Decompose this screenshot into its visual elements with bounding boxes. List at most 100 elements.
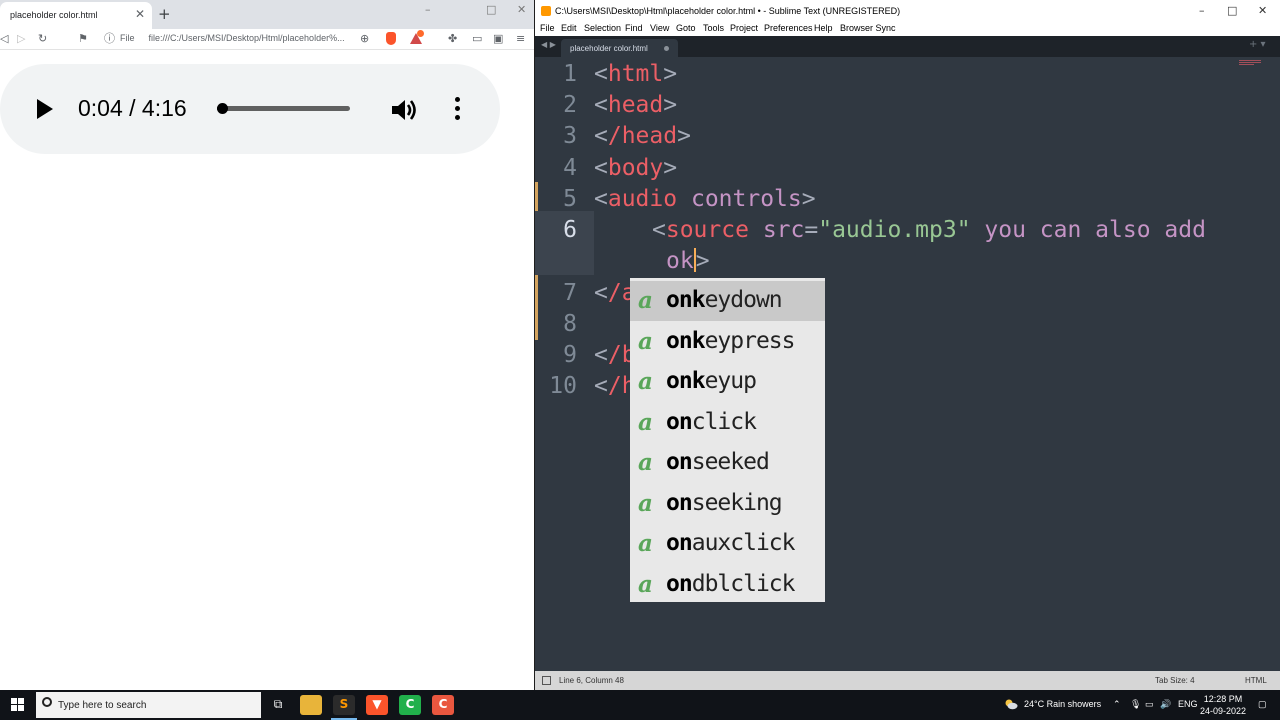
attribute-kind-icon: a	[638, 489, 653, 517]
windows-start-icon[interactable]	[11, 698, 25, 712]
info-icon[interactable]: ⓘ	[104, 32, 115, 46]
autocomplete-item[interactable]: a ondblclick	[630, 565, 825, 605]
menu-tools[interactable]: Tools	[703, 23, 724, 33]
audio-player: 0:04 / 4:16	[0, 64, 500, 154]
browser-tab-title: placeholder color.html	[10, 10, 98, 20]
cursor-position: Line 6, Column 48	[559, 676, 624, 685]
sublime-logo-icon	[541, 6, 551, 16]
new-tab-icon[interactable]: + ▾	[1249, 39, 1266, 50]
menu-preferences[interactable]: Preferences	[764, 23, 813, 33]
line-number: 8	[563, 311, 577, 337]
autocomplete-item[interactable]: a onclick	[630, 403, 825, 443]
network-icon[interactable]: ▭	[1145, 699, 1154, 710]
autocomplete-item[interactable]: a onkeypress	[630, 322, 825, 362]
sidebar-icon[interactable]: ▭	[472, 32, 482, 46]
rewards-badge	[417, 30, 424, 37]
play-icon[interactable]	[37, 99, 53, 119]
seek-bar-thumb[interactable]	[217, 103, 228, 114]
browser-window: placeholder color.html ✕ + – □ ✕ ◁ ▷ ↻ ⚑…	[0, 0, 534, 690]
autocomplete-item[interactable]: a onseeked	[630, 443, 825, 483]
recorder-taskbar-icon[interactable]: C	[432, 695, 454, 715]
attribute-kind-icon: a	[638, 530, 653, 557]
tray-overflow-icon[interactable]: ⌃	[1113, 699, 1121, 710]
notifications-icon[interactable]: ▢	[1258, 699, 1267, 710]
menu-help[interactable]: Help	[814, 23, 833, 33]
sublime-window: C:\Users\MSI\Desktop\Html\placeholder co…	[535, 0, 1280, 690]
reload-icon[interactable]: ↻	[38, 32, 47, 46]
taskbar-search-input[interactable]: Type here to search	[36, 692, 261, 718]
zoom-icon[interactable]: ⊕	[360, 32, 369, 46]
camtasia-taskbar-icon[interactable]: C	[399, 695, 421, 715]
autocomplete-item-label: onkeyup	[666, 368, 757, 394]
task-view-icon[interactable]: ⧉	[267, 695, 289, 715]
line-number: 10	[549, 373, 577, 399]
back-icon[interactable]: ◁	[0, 32, 8, 46]
close-tab-icon[interactable]: ✕	[135, 7, 145, 21]
bookmark-icon[interactable]: ⚑	[78, 32, 88, 46]
sublime-tab-strip: ◀ ▶ placeholder color.html + ▾	[535, 36, 1280, 57]
tab-size[interactable]: Tab Size: 4	[1155, 676, 1195, 685]
sublime-taskbar-icon[interactable]: S	[333, 695, 355, 715]
url-text: file:///C:/Users/MSI/Desktop/Html/placeh…	[148, 33, 345, 43]
maximize-icon[interactable]: □	[486, 3, 496, 16]
line-number: 1	[563, 61, 577, 87]
attribute-kind-icon: a	[638, 327, 653, 355]
new-tab-button[interactable]: +	[158, 5, 171, 23]
menu-edit[interactable]: Edit	[561, 23, 577, 33]
address-bar[interactable]: File file:///C:/Users/MSI/Desktop/Html/pl…	[120, 33, 345, 43]
editor-tab[interactable]: placeholder color.html	[561, 39, 678, 57]
autocomplete-item[interactable]: a onauxclick	[630, 524, 825, 564]
menu-view[interactable]: View	[650, 23, 669, 33]
brave-taskbar-icon[interactable]: ▼	[366, 695, 388, 715]
forward-icon[interactable]: ▷	[17, 32, 25, 46]
extensions-icon[interactable]: ✤	[448, 32, 457, 46]
menu-project[interactable]: Project	[730, 23, 758, 33]
weather-icon[interactable]	[1004, 698, 1018, 710]
code-line: <body>	[594, 155, 678, 181]
sublime-menubar: File Edit Selection Find View Goto Tools…	[535, 22, 1280, 36]
brave-shields-icon[interactable]	[386, 32, 396, 45]
minimize-icon[interactable]: –	[1199, 4, 1205, 17]
system-clock[interactable]: 12:28 PM 24-09-2022	[1195, 693, 1251, 717]
microphone-icon[interactable]: 🎙	[1130, 699, 1141, 710]
search-placeholder: Type here to search	[58, 700, 147, 711]
clock-date: 24-09-2022	[1199, 706, 1247, 716]
menu-browser-sync[interactable]: Browser Sync	[840, 23, 896, 33]
file-explorer-icon[interactable]	[300, 695, 322, 715]
close-window-icon[interactable]: ✕	[1258, 4, 1267, 17]
autocomplete-item[interactable]: a onseeking	[630, 484, 825, 524]
menu-file[interactable]: File	[540, 23, 555, 33]
minimize-icon[interactable]: –	[425, 3, 431, 16]
seek-bar[interactable]	[217, 103, 350, 114]
code-editor[interactable]: 1 2 3 4 5 6 7 8 9 10 <html> <head> </hea…	[535, 57, 1280, 671]
menu-find[interactable]: Find	[625, 23, 643, 33]
maximize-icon[interactable]: □	[1227, 4, 1237, 17]
search-icon	[42, 697, 52, 707]
speaker-icon[interactable]: 🔊	[1160, 699, 1171, 710]
time-display: 0:04 / 4:16	[78, 95, 187, 121]
sublime-window-title: C:\Users\MSI\Desktop\Html\placeholder co…	[555, 6, 901, 16]
code-line: ok>	[666, 248, 710, 274]
editor-tab-title: placeholder color.html	[570, 44, 648, 53]
browser-tab-strip: placeholder color.html ✕ + – □ ✕	[0, 0, 534, 29]
volume-icon[interactable]	[390, 97, 418, 123]
autocomplete-item-label: onseeked	[666, 449, 770, 475]
autocomplete-item[interactable]: a onkeyup	[630, 362, 825, 402]
menu-icon[interactable]: ≡	[516, 32, 525, 46]
tab-nav-arrows-icon[interactable]: ◀ ▶	[541, 40, 556, 49]
unsaved-dot-icon[interactable]	[664, 46, 669, 51]
panel-toggle-icon[interactable]	[542, 676, 551, 685]
minimap[interactable]	[1239, 60, 1261, 72]
browser-tab[interactable]: placeholder color.html ✕	[0, 2, 152, 29]
syntax-mode[interactable]: HTML	[1245, 676, 1267, 685]
close-window-icon[interactable]: ✕	[517, 3, 526, 16]
wallet-icon[interactable]: ▣	[493, 32, 503, 46]
code-line: <html>	[594, 61, 678, 87]
line-number: 9	[563, 342, 577, 368]
more-options-icon[interactable]	[453, 97, 461, 123]
autocomplete-item[interactable]: a onkeydown	[630, 281, 825, 321]
menu-selection[interactable]: Selection	[584, 23, 621, 33]
menu-goto[interactable]: Goto	[676, 23, 696, 33]
autocomplete-item-label: onkeypress	[666, 327, 795, 354]
weather-text[interactable]: 24°C Rain showers	[1024, 699, 1101, 709]
